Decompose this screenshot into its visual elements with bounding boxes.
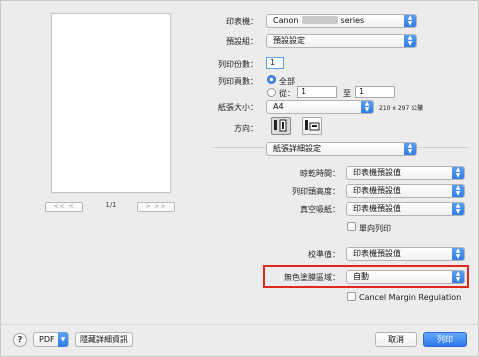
next-page-button[interactable]: > >>: [137, 202, 175, 212]
printer-label: 印表機：: [226, 17, 258, 26]
presets-label: 預設組：: [226, 37, 258, 46]
pdf-label: PDF: [39, 335, 55, 344]
dry-time-value: 印表機預設值: [353, 168, 401, 177]
chevron-updown-icon: ▲ ▼: [452, 167, 464, 179]
calibration-label: 校準值：: [308, 250, 340, 259]
paper-size-popup[interactable]: A4 ▲ ▼: [266, 100, 374, 114]
prev-page-button[interactable]: << <: [45, 202, 83, 212]
print-dialog: << < 1/1 > >> 印表機： Canon series ▲ ▼ 預設組： 預…: [0, 0, 479, 357]
dry-time-popup[interactable]: 印表機預設值 ▲ ▼: [346, 166, 465, 180]
footer-divider: [1, 324, 479, 325]
panel-menu-popup[interactable]: 紙張詳細設定 ▲ ▼: [266, 142, 417, 156]
copies-input[interactable]: 1: [266, 57, 284, 69]
landscape-icon: [305, 120, 320, 131]
calibration-value: 印表機預設值: [353, 249, 401, 258]
orientation-landscape-button[interactable]: [302, 117, 322, 135]
pages-all-label: 全部: [279, 77, 295, 86]
chevron-down-icon: ▼: [58, 332, 68, 347]
pages-all-radio[interactable]: [267, 75, 276, 84]
paper-dimensions: 210 x 297 公釐: [379, 105, 424, 112]
printer-popup[interactable]: Canon series ▲ ▼: [266, 14, 417, 28]
portrait-icon: [274, 119, 287, 132]
chevron-updown-icon: ▲ ▼: [404, 15, 416, 27]
pages-range-radio[interactable]: [267, 88, 276, 97]
cancel-margin-label: Cancel Margin Regulation: [359, 293, 462, 302]
one-way-print-checkbox[interactable]: [347, 222, 356, 231]
cancel-button[interactable]: 取消: [375, 332, 417, 347]
chevron-updown-icon: ▲ ▼: [361, 101, 373, 113]
pages-from-label: 從：: [279, 89, 295, 98]
pdf-menu-button[interactable]: PDF ▼: [33, 332, 69, 347]
page-indicator: 1/1: [105, 201, 117, 209]
one-way-print-label: 單向列印: [359, 224, 391, 233]
calibration-popup[interactable]: 印表機預設值 ▲ ▼: [346, 247, 465, 261]
printer-model-redacted: [301, 16, 338, 24]
paper-size-label: 紙張大小：: [218, 103, 258, 112]
page-preview: [51, 13, 171, 193]
no-spaces-popup[interactable]: 自動 ▲ ▼: [346, 270, 465, 284]
print-head-height-value: 印表機預設值: [353, 186, 401, 195]
printer-name-prefix: Canon: [273, 16, 299, 25]
help-button[interactable]: ?: [13, 333, 27, 347]
hide-details-button[interactable]: 隱藏詳細資訊: [75, 332, 133, 347]
chevron-updown-icon: ▲ ▼: [404, 143, 416, 155]
vacuum-value: 印表機預設值: [353, 204, 401, 213]
presets-popup[interactable]: 預設設定 ▲ ▼: [266, 34, 417, 48]
vacuum-popup[interactable]: 印表機預設值 ▲ ▼: [346, 202, 465, 216]
pages-from-input[interactable]: 1: [297, 86, 337, 98]
chevron-updown-icon: ▲ ▼: [452, 203, 464, 215]
paper-size-value: A4: [273, 102, 284, 111]
pages-to-label: 至: [343, 89, 351, 98]
copies-label: 列印份數：: [218, 60, 258, 69]
vacuum-label: 真空吸紙：: [300, 205, 340, 214]
orientation-portrait-button[interactable]: [271, 117, 291, 135]
chevron-updown-icon: ▲ ▼: [452, 248, 464, 260]
cancel-margin-checkbox[interactable]: [347, 292, 356, 301]
pages-label: 列印頁數：: [218, 77, 258, 86]
dry-time-label: 晾乾時間：: [300, 169, 340, 178]
pages-to-input[interactable]: 1: [355, 86, 395, 98]
panel-menu-value: 紙張詳細設定: [273, 144, 321, 153]
no-spaces-value: 自動: [353, 272, 369, 281]
orientation-label: 方向：: [234, 124, 258, 133]
presets-value: 預設設定: [273, 36, 305, 45]
print-head-height-label: 列印頭高度：: [292, 187, 340, 196]
chevron-updown-icon: ▲ ▼: [452, 271, 464, 283]
print-button[interactable]: 列印: [423, 332, 467, 347]
printer-name-suffix: series: [340, 16, 365, 25]
chevron-updown-icon: ▲ ▼: [404, 35, 416, 47]
no-spaces-label: 無色塗膜區域：: [284, 273, 340, 282]
chevron-updown-icon: ▲ ▼: [452, 185, 464, 197]
print-head-height-popup[interactable]: 印表機預設值 ▲ ▼: [346, 184, 465, 198]
